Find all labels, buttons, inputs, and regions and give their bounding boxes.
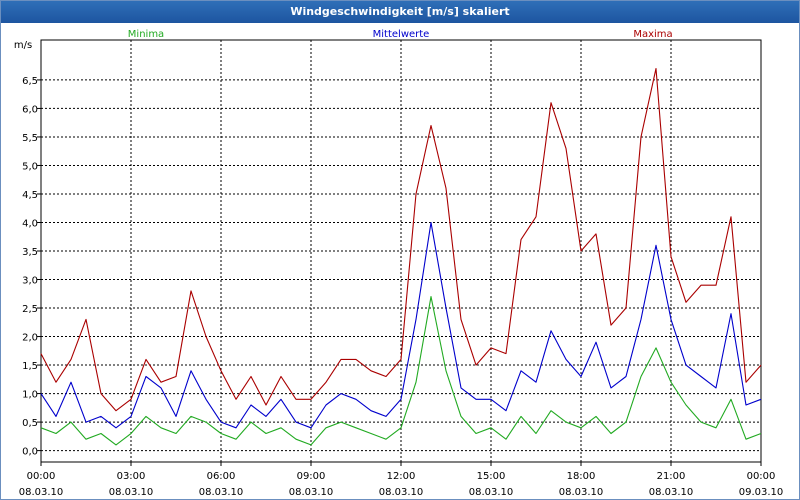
y-tick-label: 2,5 [22, 304, 38, 315]
y-tick-label: 3,5 [22, 247, 38, 258]
legend-label-minima: Minima [128, 29, 164, 40]
x-tick-label-time: 18:00 [567, 471, 596, 482]
x-tick-label-time: 12:00 [387, 471, 416, 482]
x-tick-label-date: 08.03.10 [289, 487, 334, 498]
legend-label-maxima: Maxima [633, 29, 672, 40]
x-tick-label-time: 21:00 [657, 471, 686, 482]
y-tick-label: 6,0 [22, 104, 38, 115]
y-tick-label: 0,5 [22, 418, 38, 429]
x-tick-label-date: 08.03.10 [469, 487, 514, 498]
y-tick-label: 1,0 [22, 390, 38, 401]
legend-label-mittelwerte: Mittelwerte [373, 29, 430, 40]
x-tick-label-date: 08.03.10 [199, 487, 244, 498]
y-tick-label: 5,0 [22, 161, 38, 172]
x-tick-label-date: 08.03.10 [559, 487, 604, 498]
series-line-minima [40, 296, 762, 446]
wind-speed-chart: 0,0 0,5 1,0 1,5 2,0 2,5 3,0 3,5 4,0 4,5 5,0 5,5 6,0 6… [14, 29, 784, 498]
y-tick-label: 1,5 [22, 361, 38, 372]
x-tick-label-time: 06:00 [207, 471, 236, 482]
x-tick-label-date: 08.03.10 [19, 487, 64, 498]
y-tick-label: 4,0 [22, 218, 38, 229]
y-tick-label: 5,5 [22, 133, 38, 144]
x-tick-label-date: 08.03.10 [649, 487, 694, 498]
series-line-maxima [40, 67, 762, 412]
window-title: Windgeschwindigkeit [m/s] skaliert [1, 1, 799, 23]
x-tick-label-time: 03:00 [117, 471, 146, 482]
x-tick-label-date: 08.03.10 [109, 487, 154, 498]
y-tick-label: 2,0 [22, 333, 38, 344]
x-tick-label-time: 09:00 [297, 471, 326, 482]
x-tick-label-date: 09.03.10 [739, 487, 784, 498]
x-tick-label-time: 00:00 [27, 471, 56, 482]
y-tick-label: 0,0 [22, 447, 38, 458]
y-tick-label: 6,5 [22, 76, 38, 87]
y-tick-label: 4,5 [22, 190, 38, 201]
x-tick-label-time: 00:00 [747, 471, 776, 482]
x-tick-label-time: 15:00 [477, 471, 506, 482]
chart-window: Windgeschwindigkeit [m/s] skaliert 0,0 0,… [0, 0, 800, 500]
x-tick-label-date: 08.03.10 [379, 487, 424, 498]
y-tick-label: 3,0 [22, 276, 38, 287]
y-axis-label: m/s [14, 40, 32, 51]
